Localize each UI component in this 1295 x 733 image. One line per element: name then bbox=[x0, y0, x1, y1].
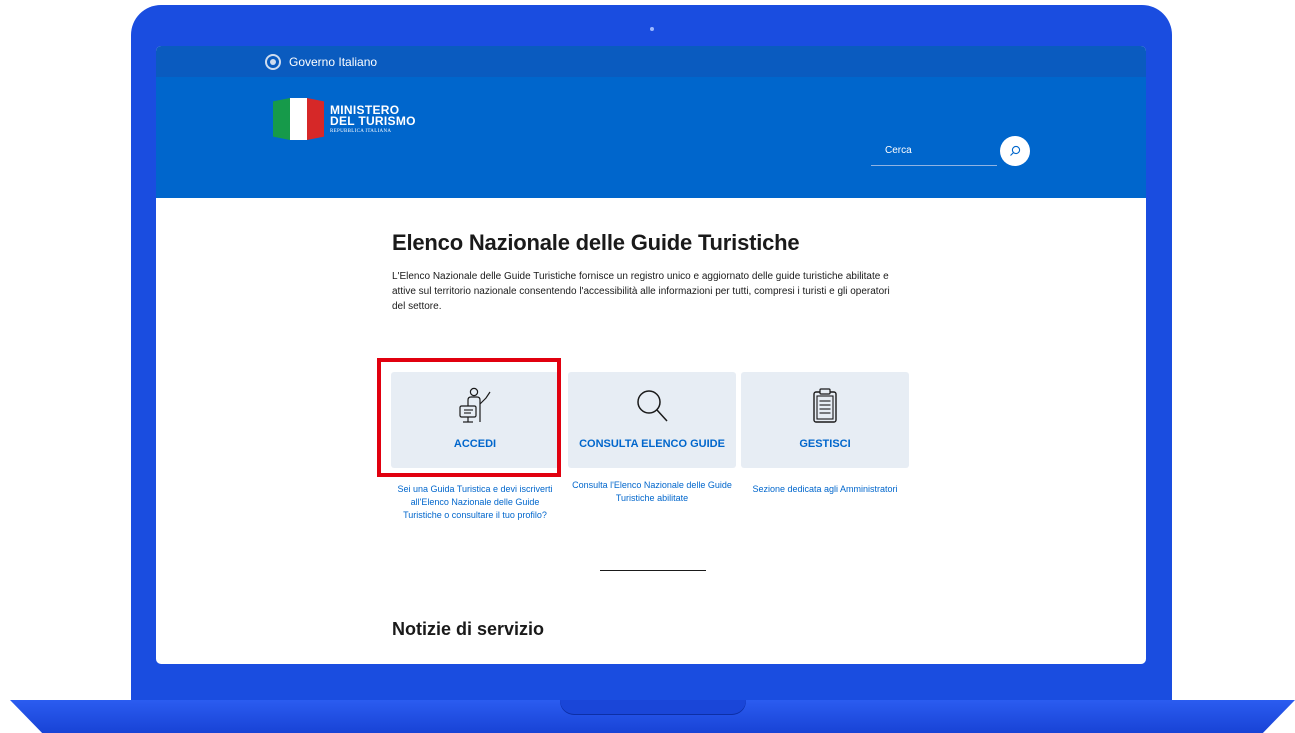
nav-destinatari[interactable]: Destinatari bbox=[388, 196, 468, 227]
page-intro: L'Elenco Nazionale delle Guide Turistich… bbox=[392, 271, 890, 312]
nav-label: Amministrazione trasparente bbox=[677, 206, 816, 217]
nav-il-ministero[interactable]: Il Ministero bbox=[257, 196, 338, 227]
governo-italiano-link[interactable]: Governo Italiano bbox=[289, 55, 377, 69]
search-icon bbox=[1010, 145, 1021, 156]
chevron-down-icon bbox=[453, 209, 461, 214]
logo-subtitle: REPUBBLICA ITALIANA bbox=[330, 128, 392, 134]
nav-label: Area Stampa bbox=[588, 206, 650, 217]
logo-line-2: DEL TURISMO bbox=[330, 113, 416, 128]
page-title: Elenco Nazionale delle Guide Turistiche bbox=[392, 230, 800, 255]
emblem-icon bbox=[265, 53, 281, 70]
logo-text: MINISTERO DEL TURISMO REPUBBLICA ITALIAN… bbox=[330, 104, 416, 134]
government-bar: Governo Italiano bbox=[156, 46, 1146, 77]
nav-area-stampa[interactable]: Area Stampa bbox=[581, 196, 670, 227]
chevron-down-icon bbox=[323, 209, 331, 214]
nav-label: Temi bbox=[344, 206, 368, 217]
main-content: Elenco Nazionale delle Guide Turistiche … bbox=[392, 230, 912, 324]
news-section-title: Notizie di servizio bbox=[392, 619, 545, 639]
main-nav: Il Ministero Temi Destinatari Normativa … bbox=[257, 196, 902, 227]
highlight-box bbox=[377, 358, 561, 477]
ministry-logo[interactable]: MINISTERO DEL TURISMO REPUBBLICA ITALIAN… bbox=[273, 98, 416, 140]
consulta-elenco-card[interactable]: CONSULTA ELENCO GUIDE bbox=[568, 372, 736, 468]
clipboard-icon bbox=[813, 388, 837, 423]
site-header: MINISTERO DEL TURISMO REPUBBLICA ITALIAN… bbox=[156, 77, 1146, 227]
section-divider bbox=[600, 570, 706, 571]
nav-label: Destinatari bbox=[395, 206, 448, 217]
nav-normativa-e-studi[interactable]: Normativa e Studi bbox=[468, 196, 581, 227]
search-icon bbox=[637, 390, 668, 422]
chevron-down-icon bbox=[566, 209, 574, 214]
chevron-down-icon bbox=[821, 209, 829, 214]
laptop-notch bbox=[560, 700, 746, 715]
nav-temi[interactable]: Temi bbox=[338, 196, 389, 227]
card-label: CONSULTA ELENCO GUIDE bbox=[579, 438, 725, 450]
nav-label: Contatti bbox=[843, 206, 881, 217]
search-button[interactable] bbox=[1000, 136, 1030, 166]
chevron-down-icon bbox=[655, 209, 663, 214]
nav-contatti[interactable]: Contatti bbox=[836, 196, 902, 227]
card-label: GESTISCI bbox=[799, 438, 851, 450]
browser-screen: Governo Italiano MINISTERO DEL TURISMO R… bbox=[156, 46, 1146, 664]
nav-label: Il Ministero bbox=[264, 206, 317, 217]
accedi-description: Sei una Guida Turistica e devi iscrivert… bbox=[397, 484, 553, 520]
italian-flag-icon bbox=[273, 98, 324, 140]
consulta-description: Consulta l'Elenco Nazionale delle Guide … bbox=[572, 480, 732, 503]
webcam bbox=[650, 27, 654, 31]
gestisci-description: Sezione dedicata agli Amministratori bbox=[752, 484, 898, 494]
search-input[interactable] bbox=[871, 139, 985, 156]
gestisci-card[interactable]: GESTISCI bbox=[741, 372, 909, 468]
chevron-down-icon bbox=[373, 209, 381, 214]
chevron-down-icon bbox=[887, 209, 895, 214]
nav-amministrazione-trasparente[interactable]: Amministrazione trasparente bbox=[670, 196, 836, 227]
nav-label: Normativa e Studi bbox=[475, 206, 561, 217]
search-box bbox=[871, 139, 997, 166]
